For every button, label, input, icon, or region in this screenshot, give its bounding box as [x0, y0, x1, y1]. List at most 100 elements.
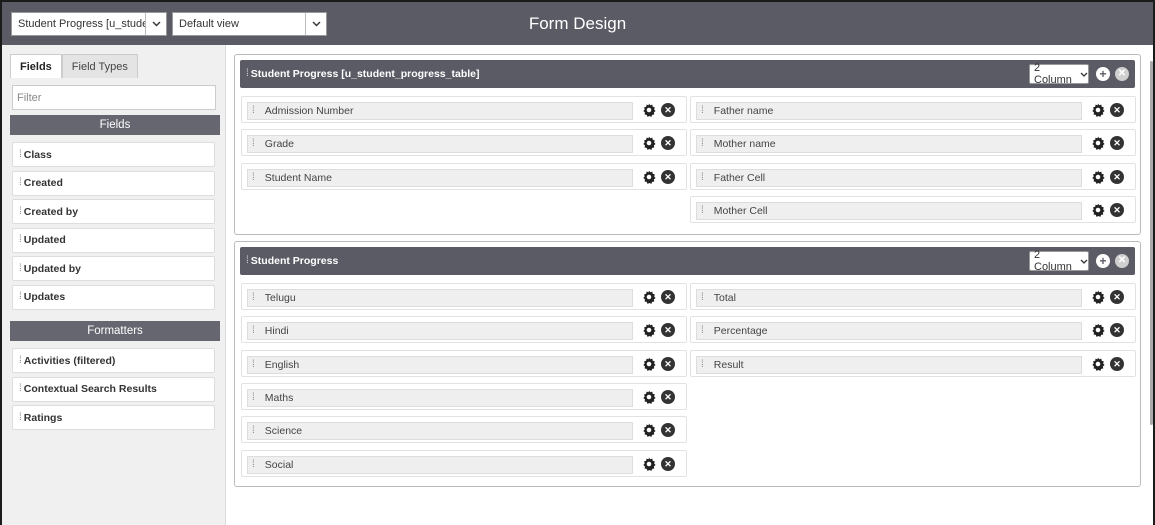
remove-section-icon[interactable]: ✕ [1115, 254, 1129, 268]
field-label-box[interactable]: ⁞ Telugu [247, 289, 633, 307]
tab-fields[interactable]: Fields [10, 54, 62, 78]
gear-icon[interactable] [642, 456, 656, 471]
drag-handle-icon[interactable]: ⁞ [701, 205, 704, 216]
remove-icon[interactable]: ✕ [1110, 323, 1124, 338]
field-label-box[interactable]: ⁞ Father name [696, 102, 1082, 120]
form-field[interactable]: ⁞ Mother name ✕ [690, 129, 1136, 157]
remove-icon[interactable]: ✕ [1110, 202, 1124, 217]
palette-item[interactable]: ⁞ Updates [12, 284, 215, 310]
field-label-box[interactable]: ⁞ Mother Cell [696, 201, 1082, 220]
remove-icon[interactable]: ✕ [1110, 103, 1124, 117]
gear-icon[interactable] [1091, 170, 1105, 184]
palette-item[interactable]: ⁞ Created [12, 170, 215, 196]
form-field[interactable]: ⁞ Maths ✕ [241, 382, 687, 410]
remove-icon[interactable]: ✕ [661, 290, 675, 304]
gear-icon[interactable] [1091, 203, 1105, 217]
remove-section-icon[interactable]: ✕ [1115, 67, 1129, 81]
form-field[interactable]: ⁞ Total ✕ [690, 283, 1136, 310]
add-icon[interactable]: + [1096, 254, 1110, 268]
gear-icon[interactable] [642, 390, 656, 404]
form-field[interactable]: ⁞ English ✕ [241, 349, 687, 377]
palette-item[interactable]: ⁞ Contextual Search Results [12, 376, 215, 402]
drag-handle-icon[interactable]: ⁞ [701, 139, 704, 149]
gear-icon[interactable] [1091, 136, 1105, 151]
palette-item[interactable]: ⁞ Class [12, 142, 215, 167]
remove-icon[interactable]: ✕ [1110, 169, 1124, 184]
gear-icon[interactable] [642, 103, 656, 117]
section-header[interactable]: ⁞ Student Progress [u_student_progress_t… [240, 60, 1135, 88]
gear-icon[interactable] [1091, 323, 1105, 338]
scrollbar-thumb[interactable] [1150, 61, 1153, 425]
palette-item[interactable]: ⁞ Activities (filtered) [12, 348, 215, 373]
field-label-box[interactable]: ⁞ Science [247, 422, 633, 441]
remove-icon[interactable]: ✕ [661, 423, 675, 438]
field-label-box[interactable]: ⁞ Maths [247, 388, 633, 407]
form-field[interactable]: ⁞ Science ✕ [241, 416, 687, 444]
remove-icon[interactable]: ✕ [1110, 356, 1124, 371]
form-field[interactable]: ⁞ Telugu ✕ [241, 283, 687, 310]
remove-icon[interactable]: ✕ [661, 103, 675, 117]
gear-icon[interactable] [642, 423, 656, 438]
remove-icon[interactable]: ✕ [661, 356, 675, 371]
drag-handle-icon[interactable]: ⁞ [246, 256, 249, 266]
drag-handle-icon[interactable]: ⁞ [701, 359, 704, 370]
drag-handle-icon[interactable]: ⁞ [252, 139, 255, 149]
gear-icon[interactable] [642, 290, 656, 304]
field-label-box[interactable]: ⁞ Student Name [247, 168, 633, 187]
drag-handle-icon[interactable]: ⁞ [252, 359, 255, 370]
remove-icon[interactable]: ✕ [661, 456, 675, 471]
drag-handle-icon[interactable]: ⁞ [252, 326, 255, 336]
gear-icon[interactable] [1091, 357, 1105, 371]
gear-icon[interactable] [642, 136, 656, 151]
drag-handle-icon[interactable]: ⁞ [252, 459, 255, 470]
form-field[interactable]: ⁞ Hindi ✕ [241, 316, 687, 344]
remove-icon[interactable]: ✕ [661, 169, 675, 184]
palette-item[interactable]: ⁞ Updated [12, 227, 215, 253]
drag-handle-icon[interactable]: ⁞ [252, 293, 255, 303]
field-label-box[interactable]: ⁞ Percentage [696, 322, 1082, 341]
palette-item[interactable]: ⁞ Updated by [12, 256, 215, 281]
form-field[interactable]: ⁞ Admission Number ✕ [241, 96, 687, 123]
gear-icon[interactable] [1091, 290, 1105, 304]
form-field[interactable]: ⁞ Father Cell ✕ [690, 162, 1136, 190]
field-label-box[interactable]: ⁞ Social [247, 455, 633, 474]
form-field[interactable]: ⁞ Percentage ✕ [690, 316, 1136, 344]
gear-icon[interactable] [642, 170, 656, 184]
form-field[interactable]: ⁞ Father name ✕ [690, 96, 1136, 123]
field-label-box[interactable]: ⁞ Hindi [247, 322, 633, 341]
column-layout-select[interactable]: 2 Column [1029, 62, 1089, 86]
tab-field-types[interactable]: Field Types [61, 54, 138, 78]
field-label-box[interactable]: ⁞ Mother name [696, 135, 1082, 154]
filter-input[interactable] [12, 85, 216, 110]
gear-icon[interactable] [1091, 103, 1105, 117]
field-label-box[interactable]: ⁞ Total [696, 289, 1082, 307]
add-icon[interactable]: + [1096, 67, 1110, 81]
drag-handle-icon[interactable]: ⁞ [701, 326, 704, 336]
form-field[interactable]: ⁞ Mother Cell ✕ [690, 195, 1136, 223]
remove-icon[interactable]: ✕ [1110, 136, 1124, 151]
drag-handle-icon[interactable]: ⁞ [246, 69, 249, 79]
remove-icon[interactable]: ✕ [661, 136, 675, 151]
drag-handle-icon[interactable]: ⁞ [701, 293, 704, 303]
drag-handle-icon[interactable]: ⁞ [701, 106, 704, 116]
gear-icon[interactable] [642, 357, 656, 371]
remove-icon[interactable]: ✕ [1110, 290, 1124, 304]
section-header[interactable]: ⁞ Student Progress 2 Column + ✕ [240, 247, 1135, 275]
field-label-box[interactable]: ⁞ English [247, 355, 633, 374]
form-field[interactable]: ⁞ Social ✕ [241, 449, 687, 477]
field-label-box[interactable]: ⁞ Admission Number [247, 102, 633, 120]
form-field[interactable]: ⁞ Result ✕ [690, 349, 1136, 377]
drag-handle-icon[interactable]: ⁞ [701, 172, 704, 183]
gear-icon[interactable] [642, 323, 656, 338]
palette-item[interactable]: ⁞ Ratings [12, 405, 215, 430]
field-label-box[interactable]: ⁞ Result [696, 355, 1082, 374]
drag-handle-icon[interactable]: ⁞ [252, 392, 255, 403]
column-layout-select[interactable]: 2 Column [1029, 249, 1089, 273]
palette-item[interactable]: ⁞ Created by [12, 199, 215, 224]
remove-icon[interactable]: ✕ [661, 389, 675, 404]
form-field[interactable]: ⁞ Student Name ✕ [241, 162, 687, 190]
field-label-box[interactable]: ⁞ Grade [247, 135, 633, 154]
field-label-box[interactable]: ⁞ Father Cell [696, 168, 1082, 187]
drag-handle-icon[interactable]: ⁞ [252, 426, 255, 436]
form-field[interactable]: ⁞ Grade ✕ [241, 129, 687, 157]
